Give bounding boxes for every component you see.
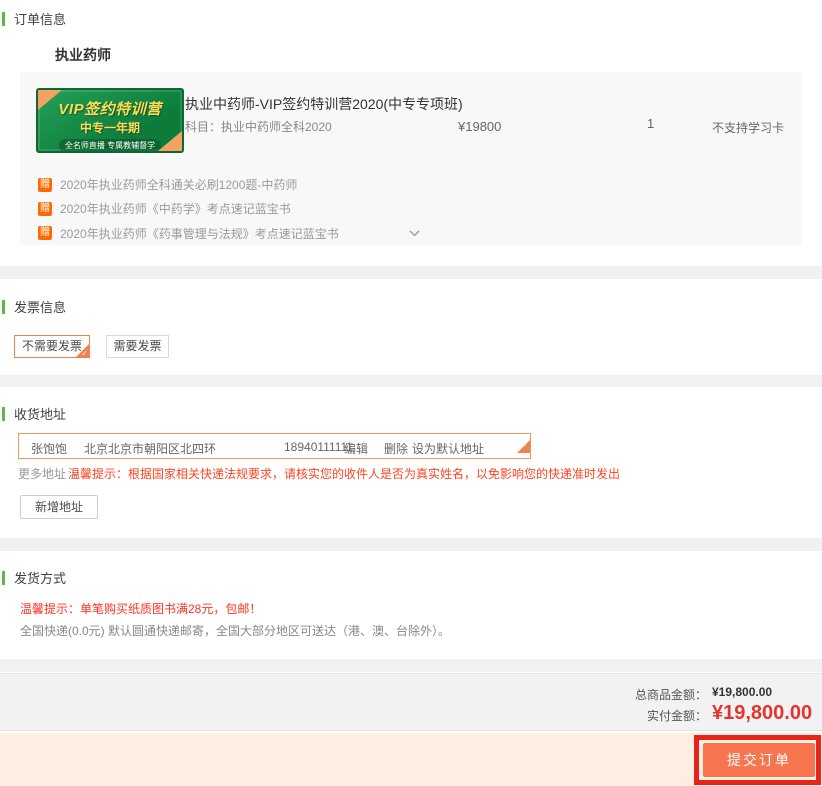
section-bar	[2, 406, 5, 421]
more-address-label: 更多地址	[18, 467, 67, 481]
product-card-note: 不支持学习卡	[712, 121, 785, 135]
gift-badge-icon: 赠	[38, 226, 52, 240]
product-image: VIP签约特训营 中专一年期 全名师直播 专属教辅督学	[36, 88, 184, 153]
address-warning-text: 温馨提示：根据国家相关快递法规要求，请核实您的收件人是否为真实姓名，以免影响您的…	[68, 467, 621, 481]
gift-expand-chevron-icon[interactable]	[409, 224, 420, 242]
invoice-section-header: 发票信息	[2, 297, 66, 316]
need-invoice-button[interactable]: 需要发票	[106, 335, 169, 358]
footer-strip	[0, 733, 822, 786]
submit-order-button[interactable]: 提交订单	[703, 743, 815, 777]
no-invoice-label: 不需要发票	[21, 339, 82, 353]
address-section-header: 收货地址	[2, 404, 66, 423]
product-card: VIP签约特训营 中专一年期 全名师直播 专属教辅督学 执业中药师-VIP签约特…	[20, 72, 802, 245]
banner-corner-decoration	[158, 131, 182, 151]
order-section-header: 订单信息	[2, 9, 66, 28]
pay-amount-value: ¥19,800.00	[712, 702, 813, 724]
section-divider	[0, 538, 822, 551]
order-header-title: 订单信息	[14, 12, 67, 27]
banner-tagline: 全名师直播 专属教辅督学	[58, 139, 162, 151]
gift-badge-icon: 赠	[38, 177, 52, 192]
gift-item-text: 2020年执业药师《药事管理与法规》考点速记蓝宝书	[60, 226, 339, 241]
shipping-tip-text: 温馨提示：单笔购买纸质图书满28元，包邮！	[20, 602, 262, 616]
need-invoice-label: 需要发票	[113, 339, 162, 353]
check-icon: ✓	[522, 440, 529, 449]
product-price: ¥19800	[458, 119, 502, 134]
section-divider	[0, 659, 822, 672]
edit-link[interactable]: 编辑	[344, 440, 368, 457]
pay-amount-label: 实付金额：	[646, 709, 707, 723]
delete-link[interactable]: 删除	[384, 440, 408, 457]
no-invoice-button[interactable]: 不需要发票 ✓	[14, 335, 90, 358]
gift-item-text: 2020年执业药师全科通关必刷1200题-中药师	[60, 178, 298, 192]
product-quantity: 1	[647, 116, 655, 131]
product-category-title: 执业药师	[55, 47, 111, 63]
section-bar	[2, 570, 5, 585]
shipping-desc-text: 全国快递(0.0元) 默认圆通快递邮寄，全国大部分地区可送达（港、澳、台除外）。	[20, 624, 451, 638]
checkout-page: 订单信息 执业药师 VIP签约特训营 中专一年期 全名师直播 专属教辅督学 执业…	[0, 0, 822, 786]
summary-panel: 总商品金额： ¥19,800.00 实付金额： ¥19,800.00	[0, 673, 822, 731]
address-row[interactable]: 张饱饱 北京北京市朝阳区北四环 18940111111 编辑 删除 设为默认地址…	[18, 433, 531, 459]
invoice-header-title: 发票信息	[14, 300, 67, 315]
add-address-button[interactable]: 新增地址	[20, 495, 98, 519]
banner-corner-decoration	[38, 90, 62, 110]
check-icon: ✓	[81, 349, 88, 358]
total-amount-label: 总商品金额：	[634, 688, 707, 702]
gift-item: 赠 2020年执业药师《药事管理与法规》考点速记蓝宝书	[38, 224, 420, 242]
shipping-header-title: 发货方式	[14, 571, 67, 586]
recipient-phone: 18940111111	[284, 440, 353, 454]
recipient-name: 张饱饱	[31, 442, 68, 456]
gift-badge-icon: 赠	[38, 201, 52, 216]
address-header-title: 收货地址	[14, 407, 67, 422]
gift-item: 赠 2020年执业药师《中药学》考点速记蓝宝书	[38, 200, 291, 217]
total-amount-value: ¥19,800.00	[712, 685, 773, 699]
product-title: 执业中药师-VIP签约特训营2020(中专专项班)	[185, 96, 463, 112]
section-divider	[0, 375, 822, 387]
gift-item-text: 2020年执业药师《中药学》考点速记蓝宝书	[60, 202, 291, 216]
section-bar	[2, 11, 5, 26]
product-subject: 科目：执业中药师全科2020	[185, 120, 332, 134]
set-default-link[interactable]: 设为默认地址	[412, 440, 484, 457]
section-divider	[0, 266, 822, 279]
recipient-address: 北京北京市朝阳区北四环	[84, 442, 217, 456]
section-bar	[2, 299, 5, 314]
shipping-section-header: 发货方式	[2, 568, 66, 587]
gift-item: 赠 2020年执业药师全科通关必刷1200题-中药师	[38, 176, 297, 193]
